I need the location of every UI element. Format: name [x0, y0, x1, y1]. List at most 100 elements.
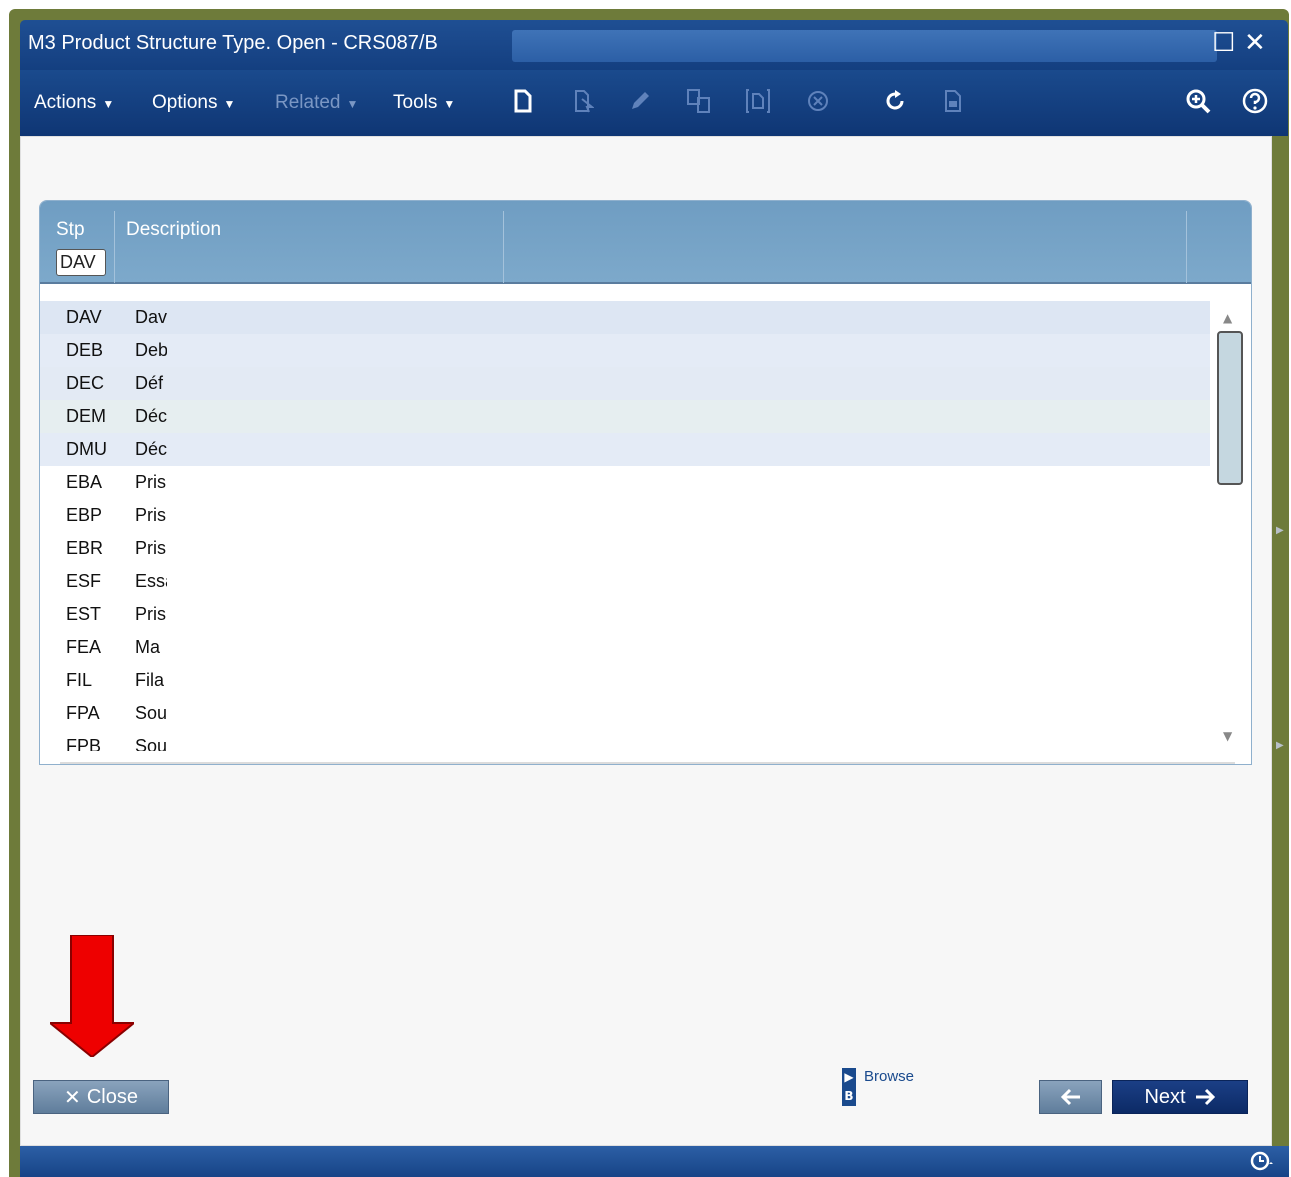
scrollbar-thumb[interactable]: [1217, 331, 1243, 485]
close-window-icon[interactable]: ✕: [1244, 28, 1266, 58]
row-description-cell: Dav: [135, 307, 167, 327]
menu-related-label: Related: [275, 92, 341, 113]
chevron-down-icon: ▼: [443, 97, 456, 111]
row-description-cell: Sou: [135, 703, 167, 723]
table-row[interactable]: DMU Déc: [40, 433, 1210, 466]
title-field: [512, 30, 1217, 62]
table-row[interactable]: EST Pris: [40, 598, 1210, 631]
menu-actions[interactable]: Actions ▼: [34, 92, 114, 114]
side-panel-expand-icon[interactable]: ▶: [1276, 525, 1284, 536]
display-icon[interactable]: [745, 86, 771, 116]
open-icon[interactable]: [571, 86, 597, 116]
table-row[interactable]: EBR Pris: [40, 532, 1210, 565]
chevron-down-icon: ▼: [102, 97, 115, 111]
new-icon[interactable]: [510, 86, 536, 116]
annotation-arrow-icon: [50, 935, 134, 1057]
side-panel-expand-icon[interactable]: ▶: [1276, 740, 1284, 751]
refresh-icon[interactable]: [882, 86, 908, 116]
table-row[interactable]: EBA Pris: [40, 466, 1210, 499]
close-button[interactable]: ✕ Close: [33, 1080, 169, 1114]
close-icon: ✕: [64, 1086, 81, 1109]
menu-tools[interactable]: Tools ▼: [393, 92, 455, 114]
grid-header: Stp Description DAV: [40, 201, 1251, 284]
next-button-label: Next: [1144, 1085, 1186, 1108]
clock-icon[interactable]: [1249, 1148, 1275, 1177]
chevron-down-icon: ▼: [346, 97, 359, 111]
row-description-cell: Fila: [135, 670, 165, 690]
table-row[interactable]: DEM Déc: [40, 400, 1210, 433]
stp-filter-input[interactable]: DAV: [56, 249, 106, 276]
row-description-cell: Déf: [135, 373, 164, 393]
column-header-stp[interactable]: Stp: [56, 219, 85, 241]
row-description-cell: Déc: [135, 439, 167, 459]
menu-options-label: Options: [152, 92, 218, 113]
column-divider: [1186, 211, 1187, 283]
chevron-down-icon: ▼: [223, 97, 236, 111]
browse-key-icon: ▶ B: [842, 1068, 856, 1106]
delete-icon[interactable]: [805, 86, 831, 116]
row-stp-cell: DMU: [66, 439, 107, 459]
row-description-cell: Sou: [135, 736, 167, 751]
next-button[interactable]: Next: [1112, 1080, 1248, 1114]
browse-label: Browse: [864, 1068, 915, 1085]
table-row[interactable]: FIL Fila: [40, 664, 1210, 697]
table-row[interactable]: EBP Pris: [40, 499, 1210, 532]
menu-actions-label: Actions: [34, 92, 97, 113]
row-description-cell: Ma: [135, 637, 161, 657]
window-title: M3 Product Structure Type. Open - CRS087…: [28, 32, 438, 54]
row-stp-cell: DEC: [66, 373, 105, 393]
maximize-icon[interactable]: ☐: [1212, 28, 1235, 58]
row-stp-cell: ESF: [66, 571, 102, 591]
title-bar: M3 Product Structure Type. Open - CRS087…: [20, 20, 1288, 70]
scroll-down-icon[interactable]: ▼: [1223, 729, 1232, 743]
row-description-cell: Pris: [135, 505, 166, 525]
vertical-scrollbar[interactable]: ▲ ▼: [1215, 311, 1245, 751]
arrow-right-icon: [1195, 1088, 1215, 1106]
grid-rows: DAV Dav DEB Deb DEC Déf DEM Déc DMU Déc EBA Pris EBP…: [40, 301, 1210, 751]
row-description-cell: Pris: [135, 538, 166, 558]
row-stp-cell: EBA: [66, 472, 103, 492]
row-description-cell: Pris: [135, 604, 166, 624]
scroll-up-icon[interactable]: ▲: [1223, 311, 1232, 325]
row-stp-cell: DEB: [66, 340, 104, 360]
row-stp-cell: FEA: [66, 637, 102, 657]
edit-icon[interactable]: [627, 86, 653, 116]
row-description-cell: Essa: [135, 571, 167, 591]
row-stp-cell: EBR: [66, 538, 104, 558]
table-row[interactable]: FEA Ma: [40, 631, 1210, 664]
table-row[interactable]: DAV Dav: [40, 301, 1210, 334]
menu-options[interactable]: Options ▼: [152, 92, 235, 114]
table-row[interactable]: DEC Déf: [40, 367, 1210, 400]
row-stp-cell: FPA: [66, 703, 100, 723]
browse-key-label: B: [844, 1089, 854, 1103]
arrow-left-icon: [1060, 1088, 1080, 1106]
grid-bottom-divider: [60, 762, 1235, 764]
previous-button[interactable]: [1039, 1080, 1102, 1114]
menu-related[interactable]: Related ▼: [275, 92, 358, 114]
row-stp-cell: DAV: [66, 307, 102, 327]
row-stp-cell: FIL: [66, 670, 93, 690]
row-description-cell: Déc: [135, 406, 167, 426]
row-stp-cell: EBP: [66, 505, 103, 525]
table-row[interactable]: ESF Essa: [40, 565, 1210, 598]
copy-icon[interactable]: [686, 86, 712, 116]
list-grid: Stp Description DAV DAV Dav DEB Deb DEC Déf DE…: [39, 200, 1252, 765]
row-stp-cell: DEM: [66, 406, 106, 426]
zoom-icon[interactable]: [1185, 86, 1211, 116]
row-description-cell: Deb: [135, 340, 167, 360]
column-header-description[interactable]: Description: [126, 219, 221, 241]
browse-link[interactable]: ▶ B Browse: [842, 1068, 914, 1106]
help-icon[interactable]: [1242, 86, 1268, 116]
print-icon[interactable]: [940, 86, 966, 116]
table-row[interactable]: FPA Sou: [40, 697, 1210, 730]
row-stp-cell: FPB: [66, 736, 102, 751]
row-stp-cell: EST: [66, 604, 102, 624]
column-divider: [503, 211, 504, 283]
table-row[interactable]: FPB Sou: [40, 730, 1210, 751]
menu-bar: Actions ▼ Options ▼ Related ▼ Tools ▼: [20, 70, 1288, 136]
close-button-label: Close: [86, 1085, 138, 1108]
menu-tools-label: Tools: [393, 92, 438, 113]
column-divider: [114, 211, 115, 283]
table-row[interactable]: DEB Deb: [40, 334, 1210, 367]
row-description-cell: Pris: [135, 472, 166, 492]
